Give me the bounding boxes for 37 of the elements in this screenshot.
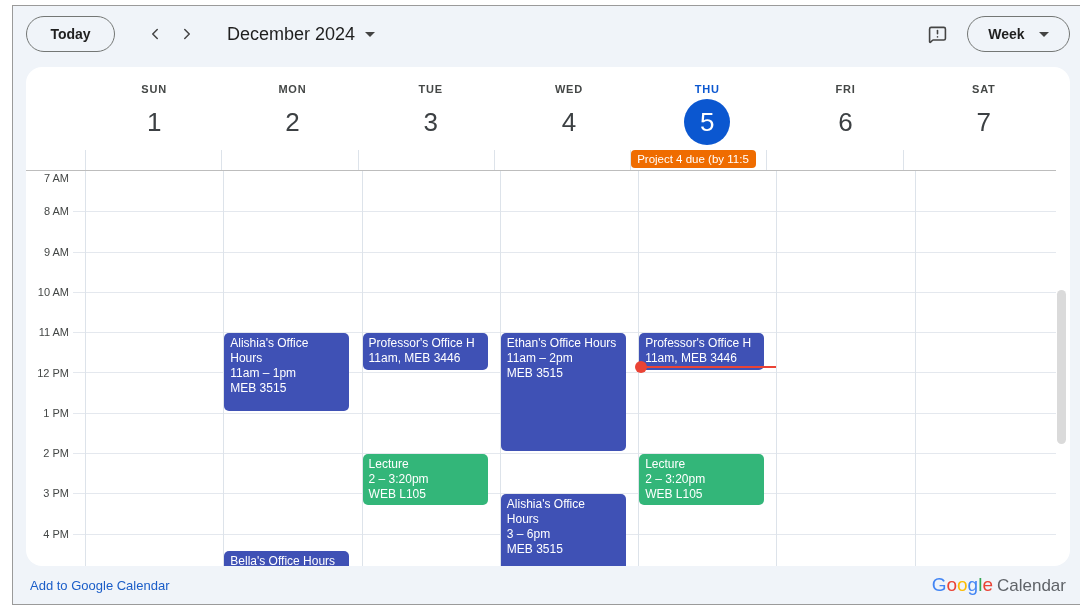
weekday-label: SAT	[972, 83, 996, 95]
weekday-label: FRI	[835, 83, 856, 95]
date-number[interactable]: 7	[960, 99, 1007, 145]
hour-label: 2 PM	[43, 447, 69, 460]
event-card[interactable]: Professor's Office H 11am, MEB 3446	[639, 333, 765, 371]
hour-label: 1 PM	[43, 406, 69, 419]
hour-label: 11 AM	[38, 326, 69, 339]
weekday-label: MON	[278, 83, 307, 95]
caret-icon	[1038, 31, 1049, 37]
feedback-icon[interactable]	[927, 24, 947, 44]
weekday-label: SUN	[141, 83, 167, 95]
event-card[interactable]: Alishia's Office Hours 11am – 1pm MEB 3515	[224, 333, 350, 411]
event-card[interactable]: Bella's Office Hours	[224, 551, 350, 566]
date-number[interactable]: 4	[546, 99, 592, 145]
event-card[interactable]: Professor's Office H 11am, MEB 3446	[362, 333, 488, 371]
weekday-label: TUE	[418, 83, 443, 95]
add-to-calendar-link[interactable]: Add to Google Calendar	[30, 577, 170, 593]
event-card[interactable]: Ethan's Office Hours 11am – 2pm MEB 3515	[500, 333, 626, 452]
hour-label: 7 AM	[43, 172, 69, 184]
date-number[interactable]: 3	[407, 99, 454, 145]
caret-icon	[365, 31, 376, 37]
hour-label: 12 PM	[37, 366, 69, 379]
hour-label: 4 PM	[43, 527, 69, 540]
date-number[interactable]: 2	[269, 99, 316, 145]
hour-label: 9 AM	[43, 245, 69, 258]
google-calendar-logo: Google Calendar	[931, 574, 1066, 596]
hour-label: 8 AM	[43, 205, 69, 218]
hour-label: 3 PM	[43, 487, 69, 500]
hour-label: 10 AM	[37, 285, 69, 298]
weekday-label: WED	[554, 83, 583, 95]
date-number[interactable]: 1	[131, 99, 178, 145]
weekday-label: THU	[694, 83, 720, 95]
month-dropdown[interactable]: December 2024	[227, 23, 376, 45]
date-number[interactable]: 6	[822, 99, 869, 145]
scrollbar-thumb[interactable]	[1056, 290, 1066, 444]
event-card[interactable]: Alishia's Office Hours 3 – 6pm MEB 3515	[500, 494, 626, 566]
date-number[interactable]: 5	[684, 99, 731, 145]
